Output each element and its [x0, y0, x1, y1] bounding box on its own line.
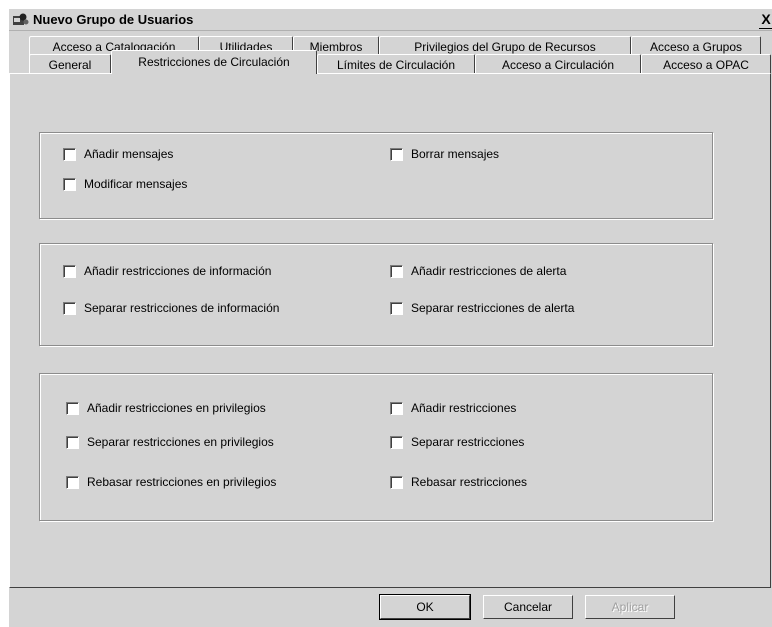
checkbox-anadir-restricciones-privilegios[interactable]: Añadir restricciones en privilegios: [66, 401, 266, 415]
checkbox-label: Borrar mensajes: [411, 147, 500, 161]
checkbox-label: Separar restricciones: [411, 435, 525, 449]
checkbox-label: Separar restricciones de información: [84, 301, 280, 315]
checkbox-separar-restricciones-alerta[interactable]: Separar restricciones de alerta: [390, 301, 574, 315]
checkbox-label: Añadir mensajes: [84, 147, 174, 161]
checkbox-box[interactable]: [390, 435, 403, 449]
checkbox-modificar-mensajes[interactable]: Modificar mensajes: [63, 177, 187, 191]
checkbox-box[interactable]: [63, 301, 76, 315]
checkbox-box[interactable]: [63, 147, 76, 161]
checkbox-anadir-restricciones-alerta[interactable]: Añadir restricciones de alerta: [390, 264, 566, 278]
checkbox-box[interactable]: [63, 264, 76, 278]
group-restricciones-privilegios: Añadir restricciones en privilegios Añad…: [39, 373, 713, 521]
checkbox-separar-restricciones[interactable]: Separar restricciones: [390, 435, 524, 449]
ok-button[interactable]: OK: [379, 594, 471, 620]
window-title: Nuevo Grupo de Usuarios: [33, 12, 194, 27]
tab-general[interactable]: General: [29, 54, 111, 74]
cancel-button[interactable]: Cancelar: [483, 595, 573, 619]
group-restricciones-informacion: Añadir restricciones de información Añad…: [39, 243, 713, 346]
checkbox-label: Añadir restricciones de alerta: [411, 264, 567, 278]
checkbox-box[interactable]: [66, 475, 79, 489]
checkbox-label: Añadir restricciones: [411, 401, 517, 415]
app-icon: [13, 13, 29, 25]
checkbox-label: Separar restricciones de alerta: [411, 301, 575, 315]
checkbox-anadir-restricciones-informacion[interactable]: Añadir restricciones de información: [63, 264, 271, 278]
checkbox-label: Añadir restricciones de información: [84, 264, 272, 278]
tab-acceso-opac[interactable]: Acceso a OPAC: [641, 54, 771, 74]
close-button[interactable]: X: [759, 10, 772, 29]
checkbox-rebasar-restricciones-privilegios[interactable]: Rebasar restricciones en privilegios: [66, 475, 276, 489]
checkbox-box[interactable]: [390, 401, 403, 415]
checkbox-label: Rebasar restricciones: [411, 475, 528, 489]
group-mensajes: Añadir mensajes Borrar mensajes Modifica…: [39, 132, 713, 219]
title-bar: Nuevo Grupo de Usuarios X: [9, 9, 772, 31]
checkbox-label: Modificar mensajes: [84, 177, 188, 191]
tab-limites-circulacion[interactable]: Límites de Circulación: [317, 54, 475, 74]
tab-restricciones-circulacion[interactable]: Restricciones de Circulación: [111, 50, 317, 74]
checkbox-separar-restricciones-informacion[interactable]: Separar restricciones de información: [63, 301, 279, 315]
apply-button[interactable]: Aplicar: [585, 595, 675, 619]
checkbox-box[interactable]: [66, 401, 79, 415]
checkbox-anadir-restricciones[interactable]: Añadir restricciones: [390, 401, 516, 415]
tab-panel-restricciones: Añadir mensajes Borrar mensajes Modifica…: [9, 73, 771, 588]
checkbox-rebasar-restricciones[interactable]: Rebasar restricciones: [390, 475, 527, 489]
checkbox-box[interactable]: [63, 177, 76, 191]
checkbox-box[interactable]: [390, 301, 403, 315]
checkbox-borrar-mensajes[interactable]: Borrar mensajes: [390, 147, 499, 161]
checkbox-anadir-mensajes[interactable]: Añadir mensajes: [63, 147, 173, 161]
tab-acceso-circulacion[interactable]: Acceso a Circulación: [475, 54, 641, 74]
dialog-window: Nuevo Grupo de Usuarios X Acceso a Catal…: [8, 8, 772, 627]
tab-acceso-grupos[interactable]: Acceso a Grupos: [631, 36, 761, 56]
checkbox-label: Separar restricciones en privilegios: [87, 435, 274, 449]
checkbox-separar-restricciones-privilegios[interactable]: Separar restricciones en privilegios: [66, 435, 274, 449]
checkbox-box[interactable]: [390, 264, 403, 278]
checkbox-label: Rebasar restricciones en privilegios: [87, 475, 277, 489]
checkbox-label: Añadir restricciones en privilegios: [87, 401, 266, 415]
tab-privilegios-grupo-recursos[interactable]: Privilegios del Grupo de Recursos: [379, 36, 631, 56]
checkbox-box[interactable]: [66, 435, 79, 449]
checkbox-box[interactable]: [390, 475, 403, 489]
checkbox-box[interactable]: [390, 147, 403, 161]
